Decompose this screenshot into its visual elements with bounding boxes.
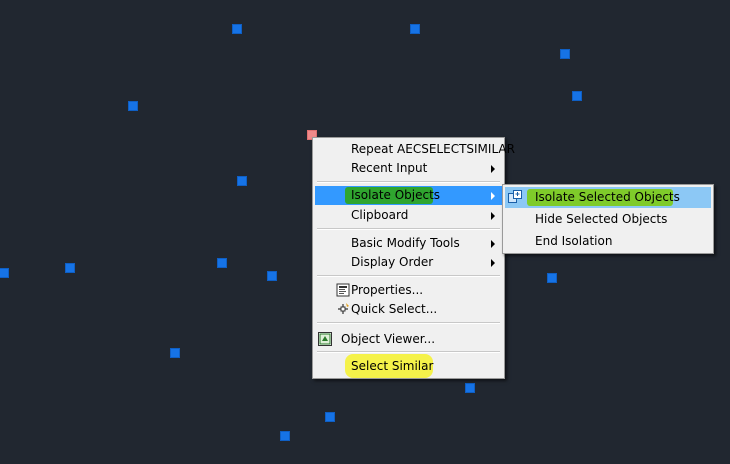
menu-separator: [317, 181, 500, 183]
menu-item-label: Quick Select...: [351, 302, 438, 316]
menu-item-quick-select[interactable]: Quick Select...: [315, 300, 502, 319]
menu-item-label: Display Order: [351, 255, 434, 269]
menu-item-isolate-objects[interactable]: Isolate Objects: [315, 186, 502, 205]
menu-item-label: Isolate Objects: [351, 188, 441, 202]
submenu-item-isolate-selected[interactable]: Isolate Selected Objects: [505, 187, 711, 208]
grip-point[interactable]: [410, 24, 420, 34]
menu-item-basic-modify-tools[interactable]: Basic Modify Tools: [315, 234, 502, 253]
menu-separator: [317, 322, 500, 324]
menu-item-label: Object Viewer...: [341, 332, 436, 346]
submenu-arrow-icon: [491, 240, 495, 248]
grip-point[interactable]: [0, 268, 9, 278]
menu-item-select-similar[interactable]: Select Similar: [315, 354, 502, 378]
menu-item-object-viewer[interactable]: Object Viewer...: [315, 330, 502, 349]
grip-point[interactable]: [465, 383, 475, 393]
menu-item-display-order[interactable]: Display Order: [315, 253, 502, 272]
context-menu: Repeat AECSELECTSIMILAR Recent Input Iso…: [312, 137, 515, 379]
grip-point[interactable]: [547, 273, 557, 283]
quick-select-icon: [338, 303, 349, 314]
submenu-arrow-icon: [491, 192, 495, 200]
grip-point[interactable]: [170, 348, 180, 358]
menu-item-properties[interactable]: Properties...: [315, 281, 502, 300]
menu-separator: [317, 351, 500, 353]
grip-point[interactable]: [325, 412, 335, 422]
menu-separator: [317, 228, 500, 230]
menu-item-recent-input[interactable]: Recent Input: [315, 159, 502, 178]
submenu-item-label: End Isolation: [535, 234, 613, 248]
menu-item-label: Properties...: [351, 283, 424, 297]
menu-item-repeat[interactable]: Repeat AECSELECTSIMILAR: [315, 140, 515, 159]
grip-point[interactable]: [572, 91, 582, 101]
isolate-objects-submenu: Isolate Selected Objects Hide Selected O…: [502, 184, 714, 254]
submenu-arrow-icon: [491, 165, 495, 173]
grip-point[interactable]: [237, 176, 247, 186]
menu-item-label: Clipboard: [351, 208, 409, 222]
grip-point[interactable]: [267, 271, 277, 281]
submenu-arrow-icon: [491, 259, 495, 267]
submenu-item-end-isolation[interactable]: End Isolation: [505, 231, 711, 252]
menu-item-label: Basic Modify Tools: [351, 236, 460, 250]
grip-point[interactable]: [128, 101, 138, 111]
menu-item-label: Select Similar: [351, 359, 434, 373]
menu-separator: [317, 275, 500, 277]
grip-point[interactable]: [232, 24, 242, 34]
isolate-objects-icon: [508, 190, 522, 203]
submenu-item-hide-selected[interactable]: Hide Selected Objects: [505, 209, 711, 230]
menu-item-clipboard[interactable]: Clipboard: [315, 206, 502, 225]
submenu-item-label: Isolate Selected Objects: [535, 190, 680, 204]
properties-icon: [336, 283, 350, 297]
menu-item-label: Repeat AECSELECTSIMILAR: [351, 142, 515, 156]
submenu-arrow-icon: [491, 212, 495, 220]
grip-point[interactable]: [65, 263, 75, 273]
menu-item-label: Recent Input: [351, 161, 428, 175]
submenu-item-label: Hide Selected Objects: [535, 212, 668, 226]
grip-point[interactable]: [560, 49, 570, 59]
grip-point[interactable]: [280, 431, 290, 441]
grip-point[interactable]: [217, 258, 227, 268]
object-viewer-icon: [318, 332, 332, 346]
